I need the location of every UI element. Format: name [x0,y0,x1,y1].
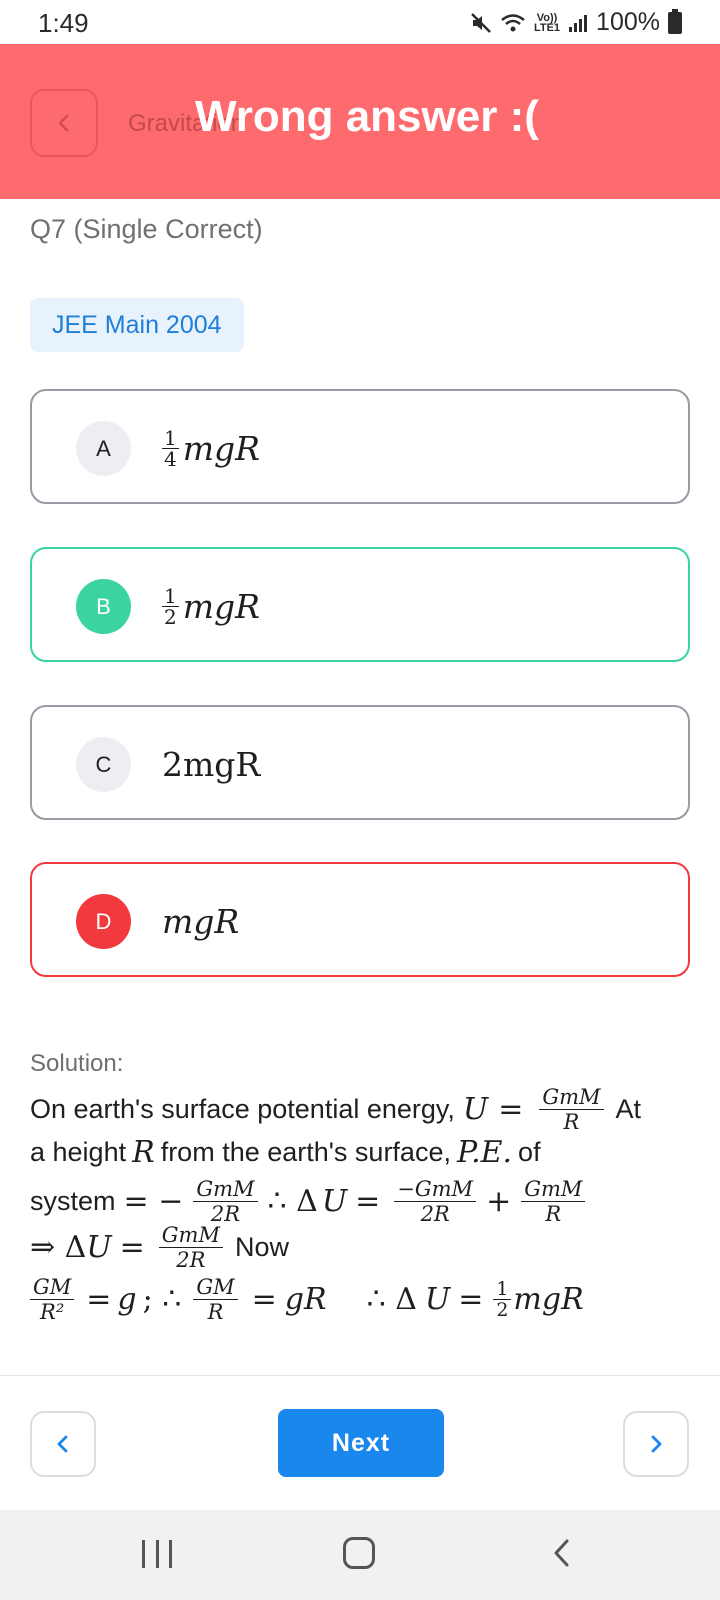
system-back-icon[interactable] [550,1538,574,1568]
option-text: 1 4 mgR [162,426,260,471]
option-letter: A [76,421,131,476]
status-icons: Vo)) LTE1 100% [470,8,682,37]
footer-divider [0,1375,720,1376]
solution-line: system = − GmM 2R ∴ ΔU = −GmM 2R + GmM R [30,1177,591,1226]
option-letter: B [76,579,131,634]
previous-question-button[interactable] [30,1411,96,1477]
option-text: 1 2 mgR [162,584,260,629]
exam-tag: JEE Main 2004 [30,298,244,352]
result-text: Wrong answer :( [195,92,539,141]
chevron-right-icon [651,1435,662,1453]
chevron-left-icon [57,1435,68,1453]
system-navigation-bar [0,1510,720,1600]
question-type-label: Q7 (Single Correct) [30,214,263,244]
solution-line: GM R² = g ; ∴ GM R = gR ∴ ΔU = 12 mgR [30,1275,584,1324]
home-icon[interactable] [343,1537,375,1569]
option-text: 2mgR [162,745,261,784]
option-letter: D [76,894,131,949]
next-question-arrow-button[interactable] [623,1411,689,1477]
option-c[interactable]: C 2mgR [30,705,690,820]
option-fraction: 1 4 [162,426,179,471]
option-letter: C [76,737,131,792]
back-button[interactable] [30,89,98,157]
solution-line: a height R from the earth's surface, P.E… [30,1135,541,1170]
solution-line: ⇒ ΔU = GmM 2R Now [30,1223,289,1272]
battery-icon [668,8,682,34]
wifi-icon [500,12,526,34]
signal-icon [568,13,588,33]
lte-indicator: Vo)) LTE1 [533,11,561,34]
mute-icon [470,12,492,34]
status-bar: 1:49 Vo)) LTE1 100% [0,0,720,44]
option-d[interactable]: D mgR [30,862,690,977]
chevron-left-icon [58,114,69,132]
solution-line: On earth's surface potential energy, U =… [30,1085,642,1134]
option-text: mgR [162,902,240,941]
option-a[interactable]: A 1 4 mgR [30,389,690,504]
battery-percent: 100% [596,8,660,36]
status-time: 1:49 [38,8,89,38]
option-b[interactable]: B 1 2 mgR [30,547,690,662]
option-fraction: 1 2 [162,584,179,629]
recents-icon[interactable] [142,1540,172,1570]
solution-label: Solution: [30,1050,124,1077]
next-button[interactable]: Next [278,1409,444,1477]
result-banner: Gravitation Wrong answer :( [0,44,720,199]
